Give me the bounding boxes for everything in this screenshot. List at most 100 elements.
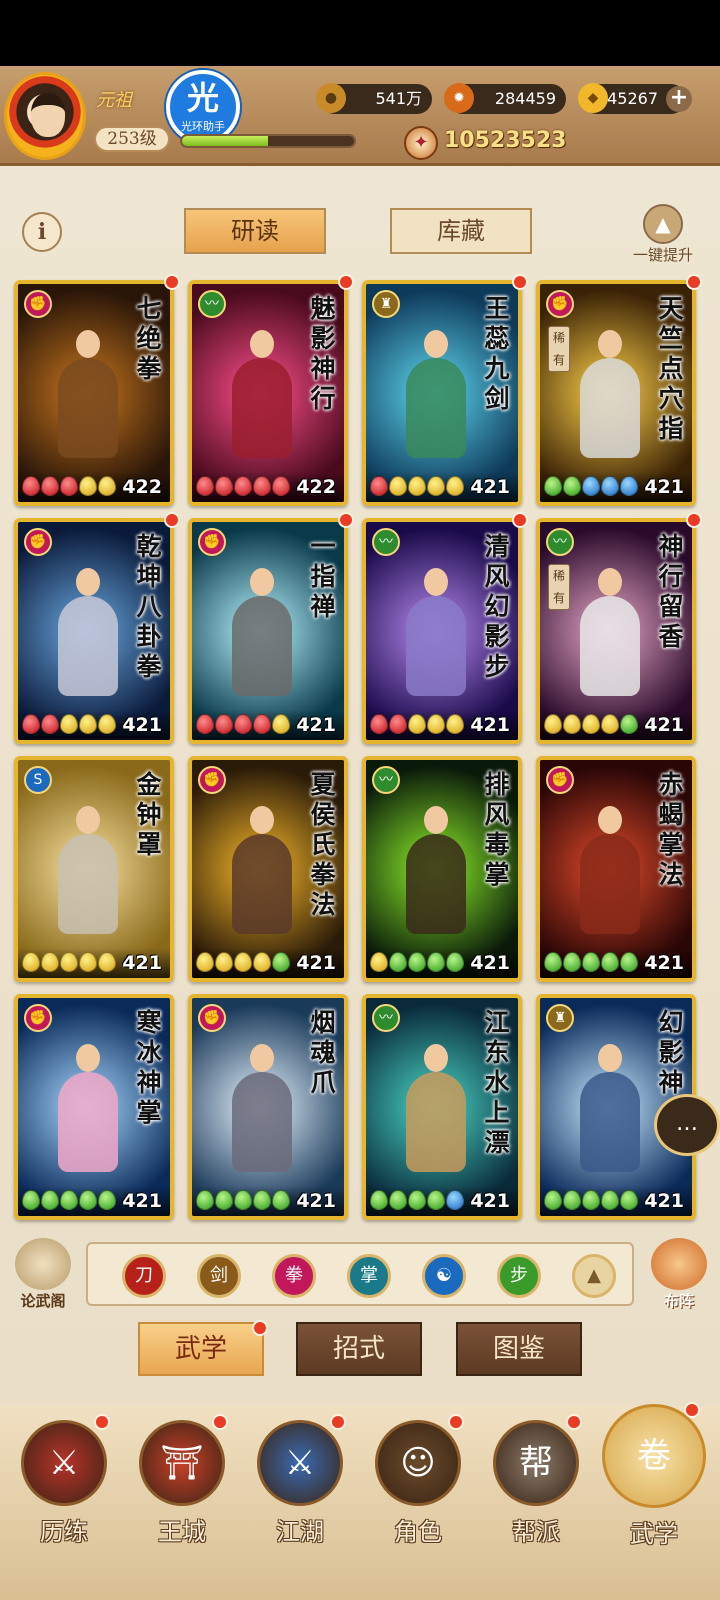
card-level: 421 — [644, 952, 684, 974]
quality-gem — [620, 952, 638, 972]
chat-bubble-icon[interactable]: … — [654, 1094, 720, 1156]
quality-gem — [60, 714, 78, 734]
nav-label: 武学 — [630, 1520, 678, 1548]
nav-notification-dot — [684, 1402, 700, 1418]
filter-internal-icon[interactable]: ☯ — [422, 1254, 466, 1298]
card-level: 422 — [122, 476, 162, 498]
nav-label: 王城 — [158, 1518, 206, 1546]
martial-art-card[interactable]: ✊ 稀有 天竺点穴指 421 — [536, 280, 696, 506]
formation-button[interactable]: 布阵 — [646, 1238, 712, 1314]
martial-art-card[interactable]: S 金钟罩 421 — [14, 756, 174, 982]
martial-art-card[interactable]: 〰 清风幻影步 421 — [362, 518, 522, 744]
nav-item-3[interactable]: ☺ 角色 — [362, 1420, 474, 1547]
fist-type-icon: ✊ — [24, 1004, 52, 1032]
card-level: 421 — [122, 714, 162, 736]
filter-fist-icon[interactable]: 拳 — [272, 1254, 316, 1298]
helper-logo-char: 光 — [186, 79, 219, 117]
card-footer: 421 — [366, 1186, 518, 1216]
fist-type-icon: ✊ — [198, 528, 226, 556]
quality-gem — [253, 476, 271, 496]
filter-all-icon[interactable]: ▲ — [572, 1254, 616, 1298]
figure-body — [406, 834, 466, 934]
quality-gems — [544, 952, 639, 974]
card-title: 一指禅 — [310, 532, 336, 621]
tab-storage[interactable]: 库藏 — [390, 208, 532, 254]
card-title: 七绝拳 — [136, 294, 162, 383]
martial-art-card[interactable]: 〰 排风毒掌 421 — [362, 756, 522, 982]
nav-item-5[interactable]: 卷武学 — [598, 1404, 710, 1549]
quality-gems — [370, 714, 465, 736]
card-title: 夏侯氏拳法 — [310, 770, 336, 919]
subtab-moves[interactable]: 招式 — [296, 1322, 422, 1376]
figure-head — [424, 330, 448, 358]
martial-art-card[interactable]: 〰稀有 神行留香 421 — [536, 518, 696, 744]
martial-art-card[interactable]: ✊ 一指禅 421 — [188, 518, 348, 744]
figure-body — [58, 1072, 118, 1172]
one-click-upgrade-button[interactable]: ▲ 一键提升 — [618, 204, 708, 264]
nav-item-2[interactable]: ⚔ 江湖 — [244, 1420, 356, 1547]
nav-item-0[interactable]: ⚔ 历练 — [8, 1420, 120, 1547]
subtab-martial[interactable]: 武学 — [138, 1322, 264, 1376]
tab-study[interactable]: 研读 — [184, 208, 326, 254]
figure-body — [580, 1072, 640, 1172]
quality-gems — [196, 1190, 291, 1212]
figure-body — [58, 596, 118, 696]
step-type-icon: 〰 — [198, 290, 226, 318]
card-level: 421 — [122, 952, 162, 974]
debate-pavilion-button[interactable]: 论武阁 — [10, 1238, 76, 1314]
card-title: 乾坤八卦拳 — [136, 532, 162, 681]
figure-head — [250, 568, 274, 596]
quality-gems — [196, 714, 291, 736]
coins-counter: ● 541万 — [316, 83, 432, 114]
figure-head — [76, 568, 100, 596]
quality-gem — [544, 714, 562, 734]
filter-palm-icon[interactable]: 掌 — [347, 1254, 391, 1298]
filter-step-icon[interactable]: 步 — [497, 1254, 541, 1298]
card-footer: 422 — [18, 472, 170, 502]
martial-art-card[interactable]: ♜ 王蕊九剑 421 — [362, 280, 522, 506]
quality-gem — [98, 1190, 116, 1210]
quality-gem — [601, 714, 619, 734]
martial-art-card[interactable]: ✊ 七绝拳 422 — [14, 280, 174, 506]
martial-art-card[interactable]: ✊ 赤蝎掌法 421 — [536, 756, 696, 982]
fist-type-icon: ✊ — [546, 766, 574, 794]
quality-gems — [196, 476, 291, 498]
formation-icon — [651, 1238, 707, 1290]
subtab-atlas[interactable]: 图鉴 — [456, 1322, 582, 1376]
card-title: 幻影神 — [658, 1008, 684, 1097]
quality-gem — [620, 714, 638, 734]
card-notification-dot — [686, 274, 702, 290]
martial-art-card[interactable]: 〰 魅影神行 422 — [188, 280, 348, 506]
info-button[interactable]: i — [22, 212, 62, 252]
quality-gem — [563, 476, 581, 496]
nav-item-1[interactable]: ⛩ 王城 — [126, 1420, 238, 1547]
martial-art-card[interactable]: 〰 江东水上漂 421 — [362, 994, 522, 1220]
step-type-icon: 〰 — [372, 766, 400, 794]
helper-app-button[interactable]: 光 光环助手 — [166, 70, 240, 144]
player-avatar[interactable] — [4, 72, 86, 160]
combat-power-icon: ✦ — [404, 126, 438, 160]
exp-bar — [180, 134, 356, 148]
quality-gem — [272, 476, 290, 496]
quality-gem — [427, 952, 445, 972]
quality-gem — [427, 1190, 445, 1210]
figure-body — [232, 1072, 292, 1172]
martial-art-card[interactable]: ✊ 乾坤八卦拳 421 — [14, 518, 174, 744]
add-gold-button[interactable]: + — [666, 86, 692, 112]
nav-notification-dot — [212, 1414, 228, 1430]
martial-art-card[interactable]: ✊ 夏侯氏拳法 421 — [188, 756, 348, 982]
filter-blade-icon[interactable]: 刀 — [122, 1254, 166, 1298]
game-screen: 元祖 光 光环助手 253级 ● 541万 ✹ 284459 ◆ 45267 +… — [0, 66, 720, 1600]
nav-label: 角色 — [394, 1518, 442, 1546]
quality-gem — [41, 952, 59, 972]
card-title: 寒冰神掌 — [136, 1008, 162, 1127]
nav-item-4[interactable]: 帮帮派 — [480, 1420, 592, 1547]
martial-art-card[interactable]: ✊ 寒冰神掌 421 — [14, 994, 174, 1220]
martial-art-card[interactable]: ✊ 烟魂爪 421 — [188, 994, 348, 1220]
exp-bar-fill — [182, 136, 268, 146]
filter-sword-icon[interactable]: 剑 — [197, 1254, 241, 1298]
card-title: 排风毒掌 — [484, 770, 510, 889]
quality-gem — [22, 714, 40, 734]
gold-counter: ◆ 45267 + — [578, 83, 692, 114]
nav-icon: ⚔ — [257, 1420, 343, 1506]
